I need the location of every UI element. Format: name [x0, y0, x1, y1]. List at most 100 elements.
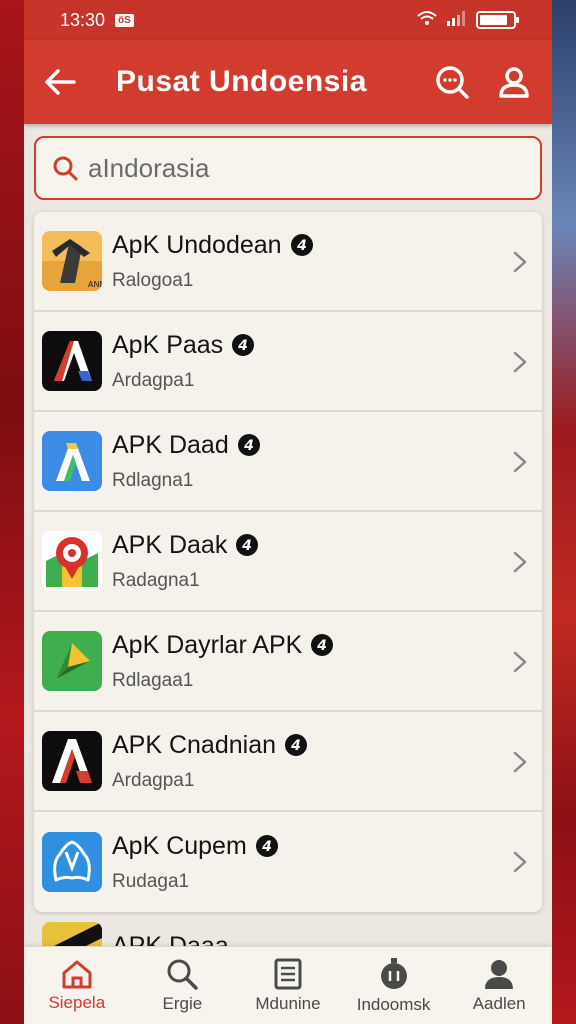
- verified-badge-icon: 4: [236, 534, 259, 556]
- background-left: [0, 0, 24, 1024]
- user-icon: [499, 67, 529, 98]
- svg-text:4: 4: [261, 839, 272, 855]
- bottom-navigation: Siepela Ergie Mdunine Indoomsk Aadlen: [24, 946, 552, 1024]
- item-text: ApK Paas 4 Ardagpa1: [112, 331, 255, 392]
- item-title: ApK Cupem: [112, 831, 247, 860]
- verified-badge-icon: 4: [285, 734, 308, 756]
- play-triangle-app-icon: [42, 631, 102, 691]
- nav-item-documents[interactable]: Mdunine: [235, 947, 341, 1024]
- battery-icon: [476, 11, 519, 29]
- verified-badge-icon: 4: [290, 234, 313, 256]
- phone-screen: 13:30 öS Pusat Undoensia aIndorasia ANE …: [24, 0, 552, 1024]
- search-input[interactable]: [88, 152, 508, 184]
- item-title-row: ApK Paas 4: [112, 331, 255, 360]
- chevron-right-icon: [513, 351, 527, 373]
- status-time: 13:30: [60, 9, 106, 30]
- svg-text:4: 4: [241, 538, 252, 554]
- profile-icon: [485, 959, 514, 989]
- item-subtitle: Ardagpa1: [112, 369, 195, 391]
- chevron-right-icon: [513, 451, 527, 473]
- status-bar: 13:30 öS: [24, 0, 552, 40]
- item-subtitle: Ardagpa1: [112, 769, 195, 791]
- background-right: [552, 0, 576, 1024]
- letter-a-blue-app-icon: [42, 431, 102, 491]
- svg-text:4: 4: [316, 638, 327, 654]
- item-title-row: APK Daad 4: [112, 431, 261, 460]
- timer-icon: [380, 957, 407, 989]
- item-text: APK Daad 4 Rdlagna1: [112, 431, 261, 492]
- item-title: APK Daak: [112, 530, 228, 559]
- svg-text:4: 4: [237, 338, 248, 354]
- app-bar-actions: [428, 58, 538, 106]
- item-title-row: APK Cnadnian 4: [112, 731, 308, 760]
- nav-label: Ergie: [162, 993, 203, 1013]
- verified-badge-icon: 4: [237, 434, 260, 456]
- map-pin-app-icon: [42, 531, 102, 591]
- page-title: Pusat Undoensia: [116, 65, 367, 98]
- svg-text:4: 4: [296, 238, 307, 254]
- back-button[interactable]: [24, 40, 96, 124]
- nav-item-profile[interactable]: Aadlen: [446, 947, 552, 1024]
- nav-item-search[interactable]: Ergie: [130, 947, 236, 1024]
- svg-text:ANE: ANE: [88, 280, 102, 289]
- signal-icon: [446, 9, 468, 32]
- item-text: APK Cnadnian 4 Ardagpa1: [112, 731, 308, 792]
- chevron-right-icon: [513, 651, 527, 673]
- search-icon: [167, 959, 199, 990]
- list-item[interactable]: ApK Cupem 4 Rudaga1: [34, 812, 542, 912]
- search-button[interactable]: [428, 58, 476, 106]
- item-title: ApK Paas: [112, 330, 224, 359]
- chevron-right-icon: [513, 251, 527, 273]
- search-icon: [53, 156, 78, 181]
- letter-a-red-app-icon: [42, 731, 102, 791]
- nav-label: Siepela: [48, 992, 106, 1012]
- arrow-left-icon: [45, 69, 76, 95]
- verified-badge-icon: 4: [311, 634, 334, 656]
- search-bar: [34, 136, 542, 200]
- item-title: ApK Undodean: [112, 230, 282, 259]
- item-title-row: ApK Cupem 4: [112, 832, 279, 861]
- nav-item-home[interactable]: Siepela: [24, 947, 130, 1024]
- item-title: APK Daad: [112, 430, 229, 459]
- chevron-right-icon: [513, 851, 527, 873]
- list-item[interactable]: APK Daad 4 Rdlagna1: [34, 412, 542, 512]
- item-title-row: ApK Undodean 4: [112, 231, 314, 260]
- nav-label: Aadlen: [472, 993, 526, 1013]
- list-item[interactable]: ANE ApK Undodean 4 Ralogoa1: [34, 212, 542, 312]
- item-title: APK Cnadnian: [112, 730, 277, 759]
- svg-text:4: 4: [290, 738, 301, 754]
- nav-label: Indoomsk: [356, 994, 431, 1014]
- status-icons: [416, 9, 519, 32]
- blue-outline-app-icon: [42, 832, 102, 892]
- item-text: ApK Cupem 4 Rudaga1: [112, 832, 279, 893]
- svg-text:4: 4: [243, 438, 254, 454]
- item-subtitle: Ralogoa1: [112, 269, 194, 291]
- item-title: ApK Dayrlar APK: [112, 630, 303, 659]
- status-notification-badge: öS: [115, 13, 134, 27]
- item-subtitle: Rdlagaa1: [112, 669, 194, 691]
- home-icon: [62, 960, 92, 988]
- item-title-row: APK Daak 4: [112, 531, 259, 560]
- chevron-right-icon: [513, 551, 527, 573]
- list-item[interactable]: APK Cnadnian 4 Ardagpa1: [34, 712, 542, 812]
- list-item[interactable]: ApK Dayrlar APK 4 Rdlagaa1: [34, 612, 542, 712]
- item-subtitle: Radagna1: [112, 569, 200, 591]
- list-item[interactable]: APK Daak 4 Radagna1: [34, 512, 542, 612]
- tower-app-icon: ANE: [42, 231, 102, 291]
- letter-a-dark-app-icon: [42, 331, 102, 391]
- verified-badge-icon: 4: [232, 334, 255, 356]
- nav-item-timer[interactable]: Indoomsk: [341, 947, 447, 1024]
- wifi-icon: [416, 9, 438, 32]
- list-item[interactable]: ApK Paas 4 Ardagpa1: [34, 312, 542, 412]
- profile-button[interactable]: [490, 58, 538, 106]
- item-title-row: ApK Dayrlar APK 4: [112, 631, 334, 660]
- item-text: ApK Dayrlar APK 4 Rdlagaa1: [112, 631, 334, 692]
- app-bar: Pusat Undoensia: [24, 40, 552, 124]
- document-icon: [274, 958, 302, 989]
- search-chat-icon: [436, 66, 469, 99]
- verified-badge-icon: 4: [255, 835, 278, 857]
- item-subtitle: Rudaga1: [112, 870, 190, 892]
- app-list: ANE ApK Undodean 4 Ralogoa1 ApK Paas 4 A…: [34, 212, 542, 912]
- item-text: APK Daak 4 Radagna1: [112, 531, 259, 592]
- chevron-right-icon: [513, 751, 527, 773]
